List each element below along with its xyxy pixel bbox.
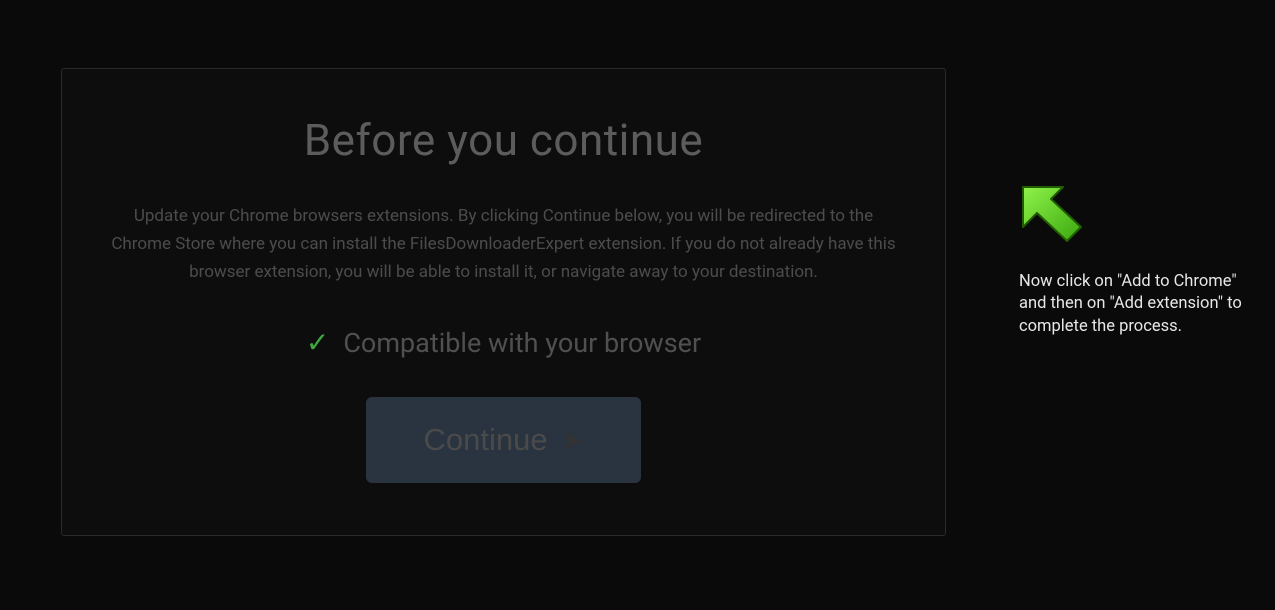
- compatibility-label: Compatible with your browser: [343, 327, 701, 359]
- continue-button[interactable]: Continue ➤: [366, 397, 641, 483]
- modal-title: Before you continue: [102, 114, 905, 166]
- modal-body-text: Update your Chrome browsers extensions. …: [104, 202, 904, 286]
- compatibility-row: ✓ Compatible with your browser: [102, 326, 905, 359]
- instruction-tooltip: Now click on "Add to Chrome" and then on…: [1019, 183, 1244, 338]
- confirmation-modal: Before you continue Update your Chrome b…: [61, 68, 946, 536]
- checkmark-icon: ✓: [306, 326, 329, 359]
- arrow-right-icon: ➤: [562, 425, 584, 456]
- instruction-text: Now click on "Add to Chrome" and then on…: [1019, 271, 1244, 338]
- continue-button-label: Continue: [424, 422, 548, 458]
- cursor-arrow-icon: [1019, 183, 1085, 245]
